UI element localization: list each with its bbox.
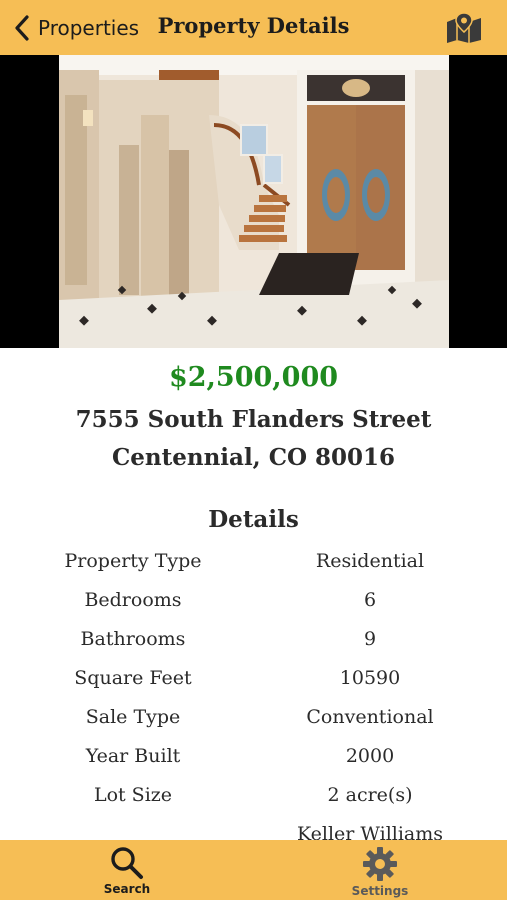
gear-icon (363, 847, 397, 881)
detail-value: Residential (315, 550, 425, 572)
detail-value: Conventional (306, 706, 434, 728)
detail-label: Year Built (85, 745, 181, 767)
detail-value: 10590 (339, 667, 401, 689)
listing-price: $2,500,000 (168, 362, 339, 393)
detail-row-year-built: Year Built 2000 (0, 741, 507, 780)
detail-value: 2000 (345, 745, 395, 767)
address-line-1: 7555 South Flanders Street (75, 406, 432, 433)
detail-label: Property Type (64, 550, 202, 572)
detail-label: Bedrooms (84, 589, 182, 611)
detail-value: 9 (363, 628, 377, 650)
detail-row-property-type: Property Type Residential (0, 546, 507, 585)
detail-label: Sale Type (85, 706, 181, 728)
search-icon (111, 847, 143, 879)
detail-row-bathrooms: Bathrooms 9 (0, 624, 507, 663)
details-heading: Details (208, 506, 299, 533)
tab-search[interactable]: Search (67, 840, 187, 900)
detail-value: 6 (363, 589, 377, 611)
detail-label: Lot Size (93, 784, 173, 806)
page-title: Property Details (157, 13, 350, 38)
detail-row-bedrooms: Bedrooms 6 (0, 585, 507, 624)
tab-settings[interactable]: Settings (320, 840, 440, 900)
tab-search-label: Search (103, 882, 151, 896)
map-icon (447, 12, 481, 43)
property-photo-container (0, 55, 507, 348)
detail-row-sale-type: Sale Type Conventional (0, 702, 507, 741)
detail-row-square-feet: Square Feet 10590 (0, 663, 507, 702)
navigation-bar: Properties Property Details (0, 0, 507, 55)
address-line-2: Centennial, CO 80016 (111, 444, 396, 471)
details-table: Property Type Residential Bedrooms 6 Bat… (0, 546, 507, 858)
foyer-illustration (59, 55, 449, 348)
tab-bar: Search Settings (0, 840, 507, 900)
property-photo[interactable] (59, 55, 449, 348)
map-button[interactable] (445, 12, 483, 44)
detail-label: Square Feet (74, 667, 192, 689)
detail-value: 2 acre(s) (327, 784, 413, 806)
detail-label: Bathrooms (80, 628, 186, 650)
tab-settings-label: Settings (351, 884, 409, 898)
detail-row-lot-size: Lot Size 2 acre(s) (0, 780, 507, 819)
